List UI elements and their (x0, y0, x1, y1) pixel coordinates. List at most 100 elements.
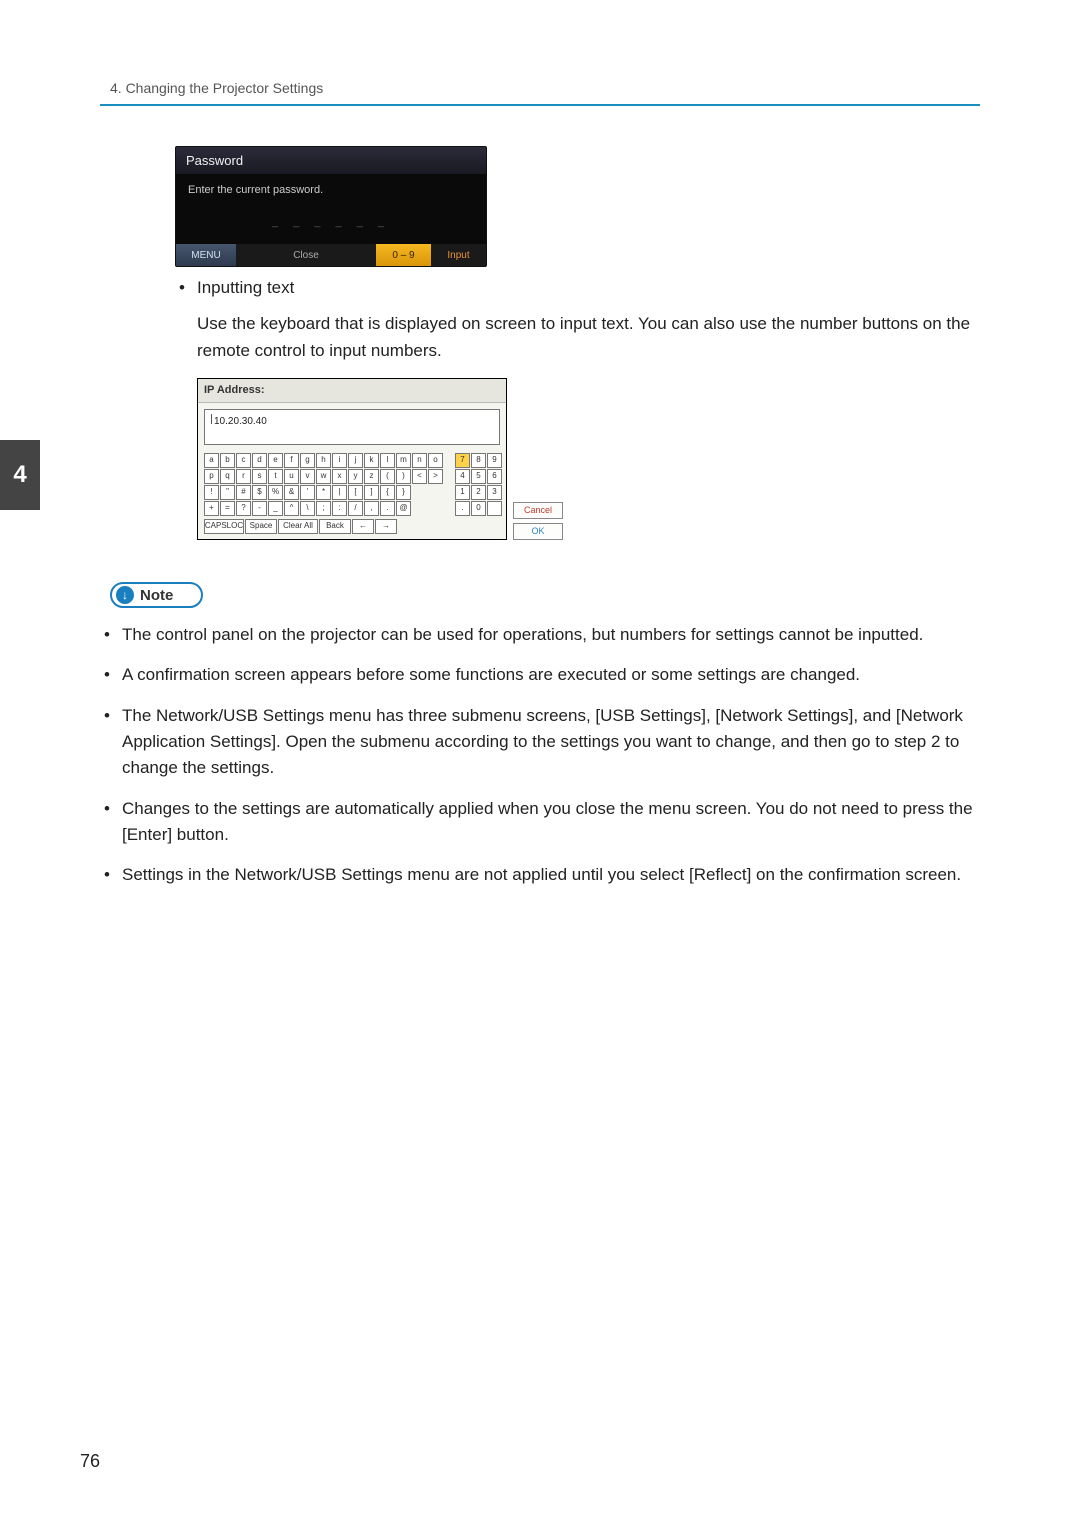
key[interactable]: a (204, 453, 219, 468)
password-dialog: Password Enter the current password. _ _… (175, 146, 487, 267)
key[interactable]: { (380, 485, 395, 500)
numpad-key[interactable]: 1 (455, 485, 470, 500)
chapter-tab: 4 (0, 440, 40, 510)
key[interactable]: e (268, 453, 283, 468)
page-number: 76 (80, 1451, 100, 1472)
list-item: Inputting text Use the keyboard that is … (175, 275, 980, 540)
key[interactable]: ; (316, 501, 331, 516)
dialog-title: Password (176, 147, 486, 174)
space-key[interactable]: Space (245, 519, 277, 534)
field-label: IP Address: (198, 379, 506, 403)
key[interactable]: % (268, 485, 283, 500)
key[interactable]: f (284, 453, 299, 468)
numeric-hint[interactable]: 0 – 9 (376, 244, 431, 266)
key[interactable]: v (300, 469, 315, 484)
back-key[interactable]: Back (319, 519, 351, 534)
key[interactable]: " (220, 485, 235, 500)
clear-all-key[interactable]: Clear All (278, 519, 318, 534)
key[interactable]: n (412, 453, 427, 468)
key[interactable]: z (364, 469, 379, 484)
key[interactable]: t (268, 469, 283, 484)
menu-button[interactable]: MENU (176, 244, 236, 266)
key[interactable]: l (380, 453, 395, 468)
arrow-left-key[interactable]: ← (352, 519, 374, 534)
arrow-right-key[interactable]: → (375, 519, 397, 534)
password-dialog-figure: Password Enter the current password. _ _… (175, 146, 980, 267)
key[interactable]: w (316, 469, 331, 484)
key[interactable]: & (284, 485, 299, 500)
breadcrumb: 4. Changing the Projector Settings (110, 80, 980, 96)
numpad-key[interactable]: 9 (487, 453, 502, 468)
numpad-key[interactable]: 8 (471, 453, 486, 468)
key[interactable]: r (236, 469, 251, 484)
key[interactable]: i (332, 453, 347, 468)
key[interactable]: ' (300, 485, 315, 500)
key[interactable]: s (252, 469, 267, 484)
key[interactable]: j (348, 453, 363, 468)
input-label: Input (431, 244, 486, 266)
key[interactable]: k (364, 453, 379, 468)
key[interactable]: : (332, 501, 347, 516)
key[interactable]: = (220, 501, 235, 516)
numpad-key[interactable]: 6 (487, 469, 502, 484)
key[interactable]: @ (396, 501, 411, 516)
note-list: The control panel on the projector can b… (100, 622, 980, 889)
ip-value: 10.20.30.40 (214, 414, 267, 430)
numpad-key[interactable]: 3 (487, 485, 502, 500)
numpad-key[interactable]: 0 (471, 501, 486, 516)
password-prompt: Enter the current password. (188, 184, 474, 196)
key[interactable]: - (252, 501, 267, 516)
key[interactable]: y (348, 469, 363, 484)
key[interactable]: g (300, 453, 315, 468)
key[interactable]: \ (300, 501, 315, 516)
key[interactable]: . (380, 501, 395, 516)
key[interactable]: ) (396, 469, 411, 484)
header-rule (100, 104, 980, 106)
numpad-key[interactable]: 2 (471, 485, 486, 500)
numpad-key[interactable]: 7 (455, 453, 470, 468)
numpad-key[interactable] (487, 501, 502, 516)
password-slots[interactable]: _ _ _ _ _ _ (188, 216, 474, 228)
ip-input[interactable]: 10.20.30.40 (204, 409, 500, 445)
key[interactable]: m (396, 453, 411, 468)
list-item-title: Inputting text (197, 278, 294, 297)
key[interactable]: h (316, 453, 331, 468)
note-item: The control panel on the projector can b… (100, 622, 980, 648)
ok-button[interactable]: OK (513, 523, 563, 540)
key[interactable]: # (236, 485, 251, 500)
key[interactable]: ^ (284, 501, 299, 516)
numpad: 789 456 123.0 (455, 453, 502, 535)
key[interactable]: u (284, 469, 299, 484)
key[interactable]: ] (364, 485, 379, 500)
capslock-key[interactable]: CAPSLOC (204, 519, 244, 534)
key[interactable]: < (412, 469, 427, 484)
key[interactable]: * (316, 485, 331, 500)
numpad-key[interactable]: 5 (471, 469, 486, 484)
key[interactable]: p (204, 469, 219, 484)
note-badge: ↓ Note (110, 582, 203, 608)
key[interactable]: x (332, 469, 347, 484)
key[interactable]: ( (380, 469, 395, 484)
key[interactable]: > (428, 469, 443, 484)
numpad-key[interactable]: 4 (455, 469, 470, 484)
key[interactable]: $ (252, 485, 267, 500)
key[interactable]: } (396, 485, 411, 500)
key[interactable]: c (236, 453, 251, 468)
numpad-key[interactable]: . (455, 501, 470, 516)
key[interactable]: | (332, 485, 347, 500)
key[interactable]: o (428, 453, 443, 468)
note-item: The Network/USB Settings menu has three … (100, 703, 980, 782)
key[interactable]: ! (204, 485, 219, 500)
note-label: Note (140, 587, 173, 604)
key[interactable]: d (252, 453, 267, 468)
cancel-button[interactable]: Cancel (513, 502, 563, 519)
key[interactable]: b (220, 453, 235, 468)
key[interactable]: _ (268, 501, 283, 516)
key[interactable]: / (348, 501, 363, 516)
key[interactable]: + (204, 501, 219, 516)
key[interactable]: [ (348, 485, 363, 500)
key[interactable]: q (220, 469, 235, 484)
key[interactable]: , (364, 501, 379, 516)
key[interactable]: ? (236, 501, 251, 516)
note-item: Settings in the Network/USB Settings men… (100, 862, 980, 888)
